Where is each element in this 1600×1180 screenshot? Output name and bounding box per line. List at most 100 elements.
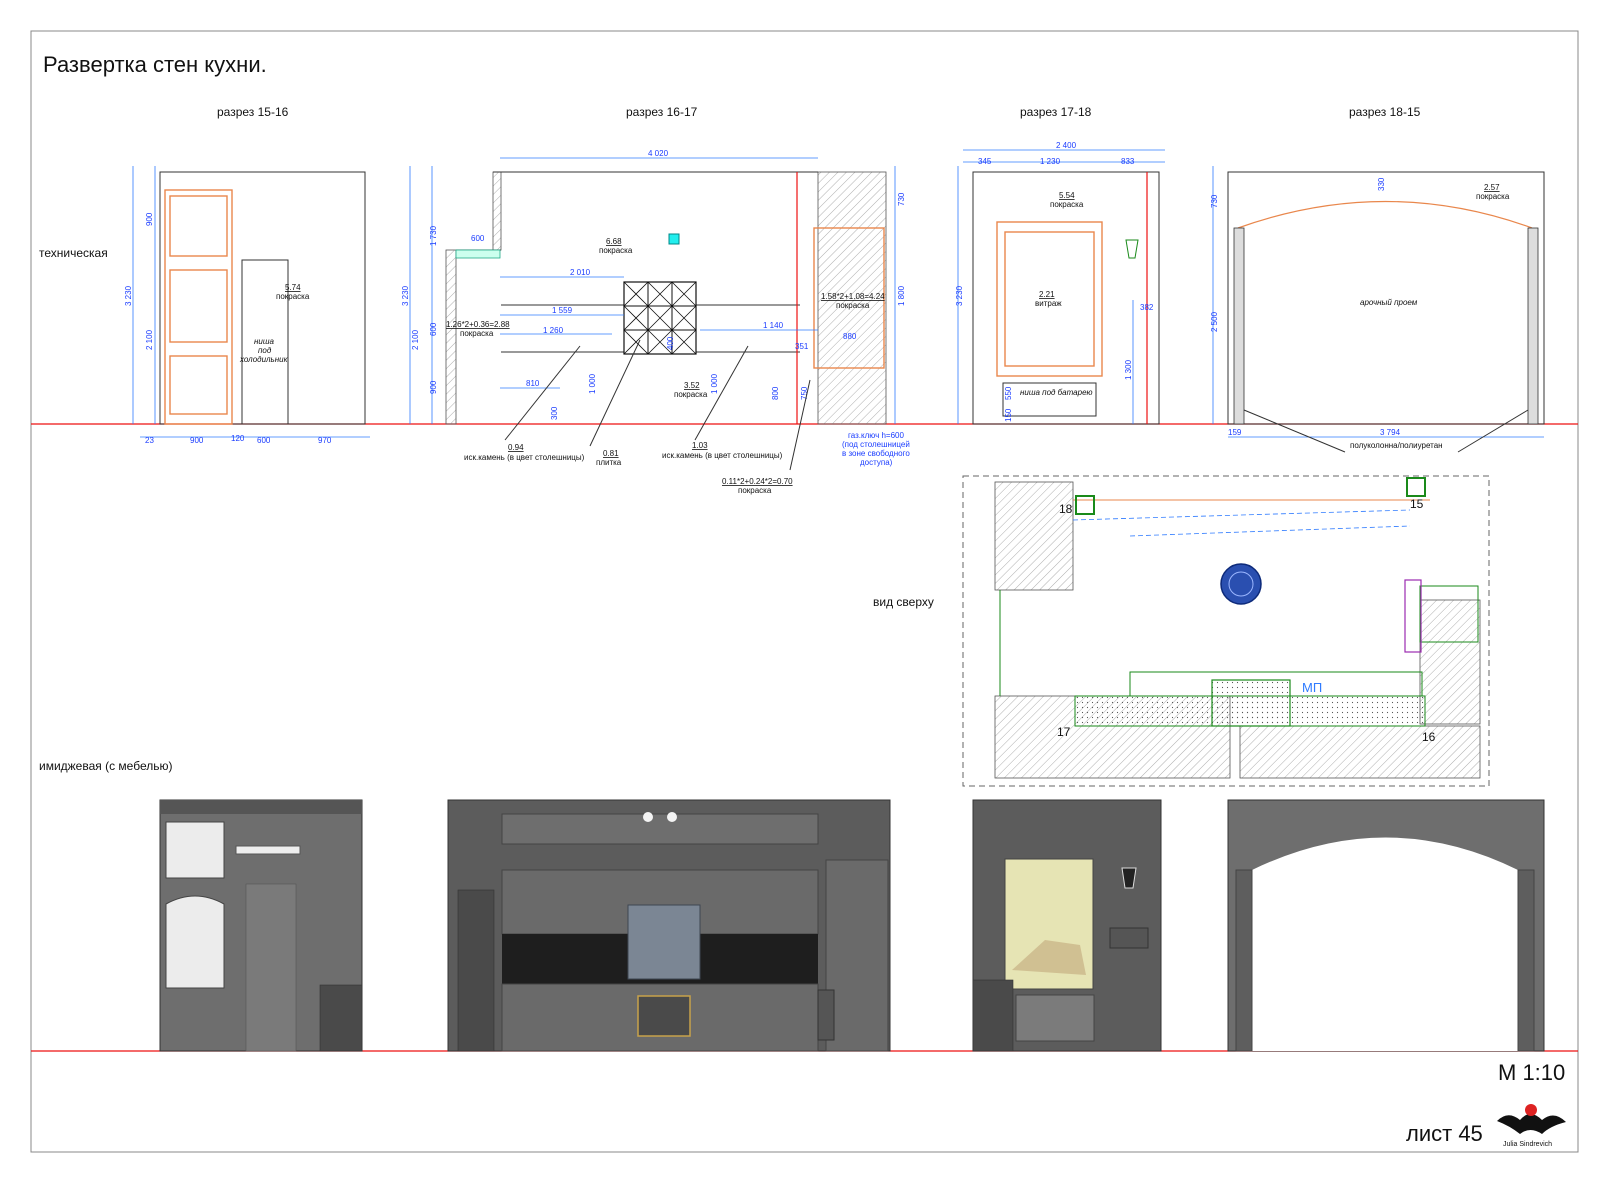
column-marker-15	[1406, 477, 1426, 497]
area-s2-left-formula: 1.26*2+0.36=2.88	[446, 320, 510, 329]
arch-curve	[1237, 200, 1533, 229]
area-s2-right-formula: 1.58*2+1.08=4.24	[821, 292, 885, 301]
render-15-16	[159, 799, 363, 1052]
row-label-technical: техническая	[39, 246, 108, 260]
upper-wall-hatch	[492, 171, 502, 251]
shelf-600	[455, 249, 501, 259]
callout-3-label: иск.камень (в цвет столешницы)	[662, 451, 783, 460]
dim-s3-382: 382	[1140, 303, 1154, 312]
section-title-15-16: разрез 15-16	[217, 105, 289, 119]
bat-logo-icon	[1497, 1114, 1566, 1134]
sheet-title: Развертка стен кухни.	[43, 52, 267, 77]
render-16-17	[447, 799, 891, 1052]
dim-s3-150: 150	[1004, 408, 1013, 422]
section-title-16-17: разрез 16-17	[626, 105, 698, 119]
dim-s2-600b: 600	[429, 322, 438, 336]
wall-outline	[972, 171, 1160, 425]
dim-s3-1300: 1 300	[1124, 359, 1133, 380]
area-s2-right-label: покраска	[836, 301, 870, 310]
dim-s2-351: 351	[795, 342, 809, 351]
dim-s2-730: 730	[897, 192, 906, 206]
render-arch-opening	[1252, 837, 1518, 1051]
dim-s1-600: 600	[257, 436, 271, 445]
door-frame	[164, 189, 233, 425]
plan-wall-right	[1419, 599, 1481, 725]
render-door-transom	[165, 821, 225, 879]
plan-mark-16: 16	[1422, 730, 1436, 744]
section-17-18: 2 400 345 1 230 833 3 230 550 150 1 300 …	[955, 141, 1165, 425]
dim-s3-2400: 2 400	[1056, 141, 1077, 150]
dim-s2-750: 750	[800, 386, 809, 400]
half-column-right	[1527, 227, 1539, 425]
logo: Julia Sindrevich	[1497, 1104, 1566, 1148]
niche-s1-line2: под	[258, 346, 272, 355]
glass-s3-label: витраж	[1035, 299, 1062, 308]
gas-note-1: газ.ключ h=600	[848, 431, 904, 440]
render-tile-panel	[627, 904, 701, 980]
column-note: полуколонна/полиуретан	[1350, 441, 1443, 450]
render-door-glass	[165, 895, 225, 989]
section-title-18-15: разрез 18-15	[1349, 105, 1421, 119]
area-s2-left-label: покраска	[460, 329, 494, 338]
dim-s4-330: 330	[1377, 177, 1386, 191]
dim-s2-1000a: 1 000	[588, 373, 597, 394]
dim-s2-810: 810	[526, 379, 540, 388]
section-16-17: 4 020 1 730 3 230 600 2 100 900 600 2 01…	[401, 149, 910, 495]
dim-s2-800: 800	[771, 386, 780, 400]
glass-s3-value: 2.21	[1039, 290, 1055, 299]
callout-1-label: иск.камень (в цвет столешницы)	[464, 453, 585, 462]
callout-2-value: 0.81	[603, 449, 619, 458]
area-s1-label: покраска	[276, 292, 310, 301]
dim-s4-2500: 2 500	[1210, 311, 1219, 332]
door-panel-top	[169, 269, 228, 343]
plan-mp-label: МП	[1302, 680, 1322, 695]
sheet-number: лист 45	[1406, 1121, 1483, 1146]
dim-s2-900: 900	[429, 380, 438, 394]
drawing-sheet: Развертка стен кухни. разрез 15-16 разре…	[30, 30, 1579, 1153]
arch-label: арочный проем	[1360, 298, 1418, 307]
dim-s4-730: 730	[1210, 194, 1219, 208]
section-title-17-18: разрез 17-18	[1020, 105, 1092, 119]
door-transom	[169, 195, 228, 257]
lamp-icon	[1125, 239, 1139, 259]
row-label-top-view: вид сверху	[873, 595, 934, 609]
dim-s2-3230: 3 230	[401, 285, 410, 306]
dim-s2-1140: 1 140	[763, 321, 784, 330]
callout-2-label: плитка	[596, 458, 622, 467]
section-15-16: 900 3 230 2 100 23 900 120 600 970 5.74 …	[124, 166, 370, 445]
niche-s1-line3: холодильник	[239, 355, 289, 364]
area-s4-value: 2.57	[1484, 183, 1500, 192]
callout-3-value: 1.03	[692, 441, 708, 450]
half-column-left	[1233, 227, 1245, 425]
area-s2-bottom-label: покраска	[674, 390, 708, 399]
dim-s1-120: 120	[231, 434, 245, 443]
niche-s3: ниша под батарею	[1020, 388, 1093, 397]
render-lamp-icon	[1121, 867, 1137, 889]
dim-s3-3230: 3 230	[955, 285, 964, 306]
area-s3-value: 5.54	[1059, 191, 1075, 200]
dim-s1-970: 970	[318, 436, 332, 445]
dim-s2-400: 400	[666, 336, 675, 350]
plan-wall-left	[994, 481, 1074, 591]
dim-s2-600: 600	[471, 234, 485, 243]
dim-s1-900: 900	[190, 436, 204, 445]
wall-outline	[159, 171, 366, 425]
hob-block	[1211, 679, 1291, 727]
column-marker-18	[1075, 495, 1095, 515]
dim-s4-3794: 3 794	[1380, 428, 1401, 437]
dim-s1-3230: 3 230	[124, 285, 133, 306]
dim-s2-1260: 1 260	[543, 326, 564, 335]
dim-s2-1000b: 1 000	[710, 373, 719, 394]
area-s2-main-value: 6.68	[606, 237, 622, 246]
dim-s2-4020: 4 020	[648, 149, 669, 158]
callout-4-label: покраска	[738, 486, 772, 495]
render-oven	[637, 995, 691, 1037]
area-s1-value: 5.74	[285, 283, 301, 292]
render-column-right	[1517, 869, 1535, 1052]
render-17-18	[972, 799, 1162, 1052]
purple-unit	[1404, 579, 1422, 653]
dim-s2-880: 880	[843, 332, 857, 341]
dim-s2-300: 300	[550, 406, 559, 420]
area-s2-main-label: покраска	[599, 246, 633, 255]
tile-panel	[623, 281, 697, 355]
